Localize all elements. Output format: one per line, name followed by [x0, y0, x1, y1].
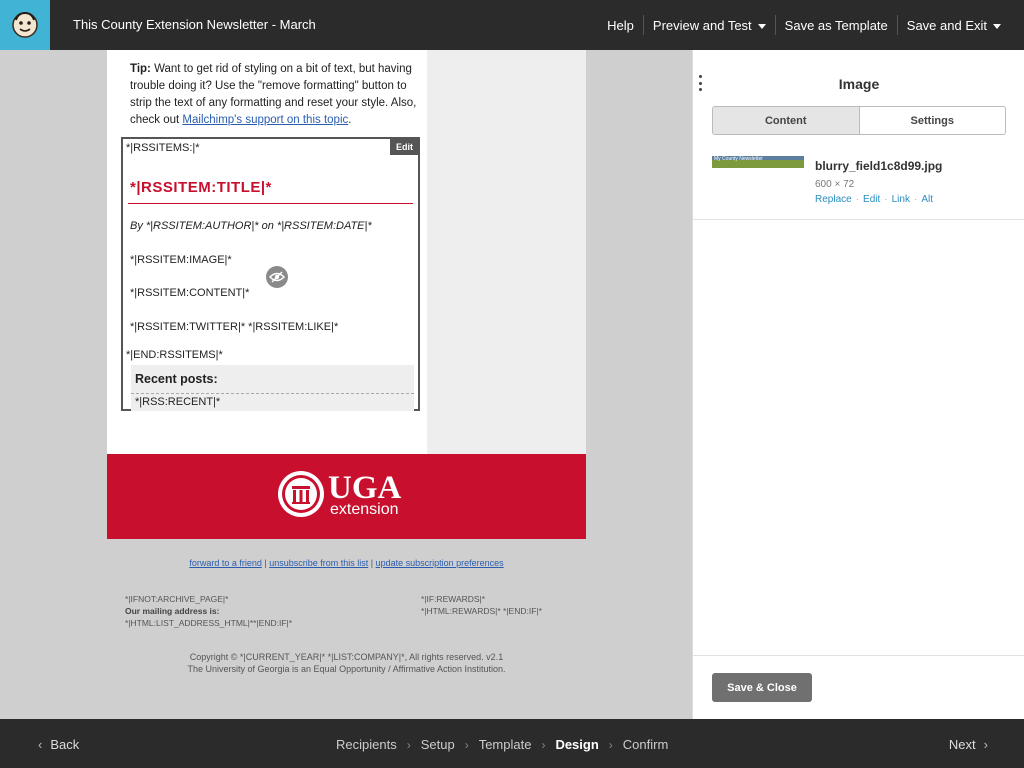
chevron-right-icon: › — [608, 737, 613, 752]
panel-divider — [693, 655, 1024, 656]
rss-item-image: *|RSSITEM:IMAGE|* — [130, 254, 232, 266]
top-bar: This County Extension Newsletter - March… — [0, 0, 1024, 50]
save-and-exit-button[interactable]: Save and Exit — [896, 15, 1010, 35]
chevron-down-icon — [993, 23, 1001, 29]
footer-links: forward to a friend | unsubscribe from t… — [107, 558, 586, 568]
panel-divider — [693, 219, 1024, 220]
footer-left-line: *|IFNOT:ARCHIVE_PAGE|* — [125, 594, 229, 604]
chevron-down-icon — [757, 23, 766, 29]
preview-and-test-button[interactable]: Preview and Test — [642, 15, 775, 35]
panel-tabs: Content Settings — [712, 106, 1006, 135]
chevron-left-icon: ‹ — [38, 737, 43, 752]
footer-sep: | — [368, 558, 376, 568]
tab-settings[interactable]: Settings — [860, 107, 1006, 134]
image-settings-panel: Image Content Settings My County Newslet… — [692, 50, 1024, 719]
recent-divider — [131, 393, 414, 394]
chevron-right-icon: › — [464, 737, 469, 752]
recent-posts-section: Recent posts: *|RSS:RECENT|* — [131, 365, 414, 411]
tip-lead: Tip: — [130, 63, 151, 75]
chevron-right-icon: › — [541, 737, 546, 752]
campaign-title: This County Extension Newsletter - March — [73, 17, 316, 32]
rss-items-close: *|END:RSSITEMS|* — [126, 349, 223, 361]
image-dimensions: 600 × 72 — [815, 179, 855, 190]
eye-slash-icon — [269, 271, 285, 283]
rss-item-title: *|RSSITEM:TITLE|* — [130, 179, 272, 196]
rss-author-line: By *|RSSITEM:AUTHOR|* on *|RSSITEM:DATE|… — [130, 220, 372, 232]
back-label: Back — [50, 737, 80, 752]
step-setup[interactable]: Setup — [421, 737, 455, 752]
help-label: Help — [607, 17, 634, 33]
tab-content[interactable]: Content — [713, 107, 860, 134]
email-left-column: Tip: Want to get rid of styling on a bit… — [107, 50, 427, 454]
step-template[interactable]: Template — [479, 737, 532, 752]
footer-left-line: *|HTML:LIST_ADDRESS_HTML|**|END:IF|* — [125, 618, 293, 628]
copyright-text: Copyright © *|CURRENT_YEAR|* *|LIST:COMP… — [107, 651, 586, 675]
campaign-steps: Recipients › Setup › Template › Design ›… — [336, 737, 668, 752]
step-design[interactable]: Design — [555, 737, 598, 752]
replace-image-link[interactable]: Replace — [815, 194, 852, 205]
link-image-link[interactable]: Link — [892, 194, 910, 205]
step-confirm[interactable]: Confirm — [623, 737, 669, 752]
edit-block-button[interactable]: Edit — [390, 139, 419, 155]
mailchimp-logo-icon[interactable] — [0, 0, 50, 50]
footer-address: *|IFNOT:ARCHIVE_PAGE|* Our mailing addre… — [125, 593, 385, 629]
freddie-icon — [12, 11, 38, 38]
preview-label: Preview and Test — [652, 17, 752, 33]
tip-text: Tip: Want to get rid of styling on a bit… — [130, 61, 420, 129]
save-exit-label: Save and Exit — [906, 17, 987, 33]
save-template-label: Save as Template — [784, 17, 888, 33]
chevron-right-icon: › — [406, 737, 411, 752]
back-button[interactable]: ‹ Back — [30, 737, 79, 752]
eeo-line: The University of Georgia is an Equal Op… — [187, 664, 506, 674]
uga-banner[interactable]: UGA extension — [107, 454, 586, 539]
footer-rewards: *|IF:REWARDS|* *|HTML:REWARDS|* *|END:IF… — [421, 593, 591, 617]
image-thumbnail[interactable]: My County Newsletter — [712, 156, 804, 168]
email-canvas: Tip: Want to get rid of styling on a bit… — [0, 50, 692, 719]
copyright-line: Copyright © *|CURRENT_YEAR|* *|LIST:COMP… — [189, 652, 504, 662]
save-and-close-button[interactable]: Save & Close — [712, 673, 812, 702]
recent-posts-title: Recent posts: — [135, 372, 218, 386]
email-body: Tip: Want to get rid of styling on a bit… — [107, 50, 586, 454]
image-filename: blurry_field1c8d99.jpg — [815, 159, 943, 173]
footer-right-line: *|HTML:REWARDS|* *|END:IF|* — [421, 606, 542, 616]
image-actions: Replace · Edit · Link · Alt — [815, 194, 933, 205]
help-button[interactable]: Help — [598, 15, 643, 35]
thumbnail-text: My County Newsletter — [714, 156, 763, 162]
alt-text-link[interactable]: Alt — [921, 194, 933, 205]
chevron-right-icon: › — [983, 737, 988, 752]
title-divider — [128, 203, 413, 204]
save-as-template-button[interactable]: Save as Template — [774, 15, 897, 35]
next-label: Next — [948, 737, 976, 752]
step-recipients[interactable]: Recipients — [336, 737, 397, 752]
rss-block[interactable]: Edit *|RSSITEMS:|* *|RSSITEM:TITLE|* By … — [121, 137, 420, 411]
unsubscribe-link[interactable]: unsubscribe from this list — [269, 558, 368, 568]
top-actions: Help Preview and Test Save as Template S… — [598, 0, 1010, 50]
eye-hidden-icon[interactable] — [266, 266, 288, 288]
rss-items-open: *|RSSITEMS:|* — [126, 142, 200, 154]
tip-end: . — [348, 114, 352, 126]
support-link[interactable]: Mailchimp's support on this topic — [182, 114, 348, 126]
rss-recent-tag: *|RSS:RECENT|* — [135, 396, 221, 408]
rss-item-content: *|RSSITEM:CONTENT|* — [130, 287, 250, 299]
next-button[interactable]: Next › — [949, 737, 996, 752]
rss-item-social: *|RSSITEM:TWITTER|* *|RSSITEM:LIKE|* — [130, 321, 339, 333]
forward-to-friend-link[interactable]: forward to a friend — [189, 558, 262, 568]
edit-image-link[interactable]: Edit — [863, 194, 880, 205]
update-preferences-link[interactable]: update subscription preferences — [376, 558, 504, 568]
footer-right-line: *|IF:REWARDS|* — [421, 594, 486, 604]
mailing-address-label: Our mailing address is: — [125, 606, 220, 616]
bottom-nav-bar: ‹ Back Recipients › Setup › Template › D… — [0, 719, 1024, 768]
uga-extension-logo: UGA extension — [278, 470, 402, 518]
banner-sub: extension — [330, 501, 399, 518]
panel-title: Image — [838, 76, 880, 92]
